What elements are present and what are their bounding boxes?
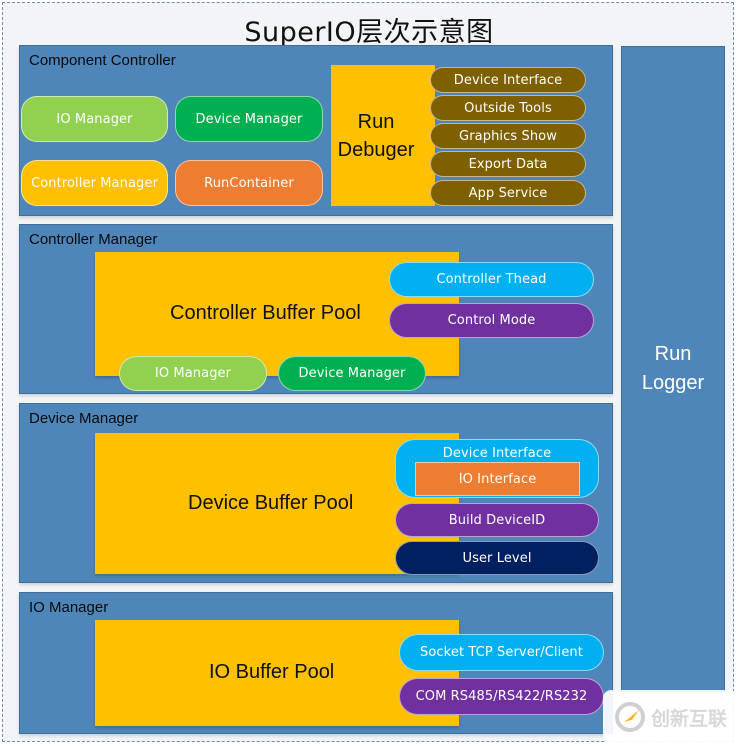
run-logger-line2: Logger — [641, 372, 705, 394]
debuger-item-app-service: App Service — [430, 180, 586, 206]
watermark: 创新互联 — [603, 690, 738, 744]
build-device-id: Build DeviceID — [395, 503, 599, 537]
cm-device-manager: Device Manager — [278, 356, 426, 391]
debuger-item-graphics-show: Graphics Show — [430, 123, 586, 149]
diagram-title: SuperIO层次示意图 — [244, 17, 494, 48]
user-level: User Level — [395, 541, 599, 575]
watermark-logo-icon — [615, 702, 645, 732]
run-logger-line1: Run — [654, 343, 692, 365]
controller-buffer-pool-label: Controller Buffer Pool — [170, 302, 361, 324]
panel-title: Component Controller — [29, 52, 176, 69]
watermark-text: 创新互联 — [651, 707, 728, 730]
io-buffer-pool-label: IO Buffer Pool — [209, 661, 335, 683]
debuger-item-export-data: Export Data — [430, 151, 586, 177]
device-buffer-pool-label: Device Buffer Pool — [188, 492, 354, 514]
module-io-manager: IO Manager — [21, 96, 168, 142]
com-rs485: COM RS485/RS422/RS232 — [399, 678, 604, 715]
control-mode: Control Mode — [389, 303, 594, 338]
device-interface-label: Device Interface — [442, 446, 552, 461]
module-controller-manager: Controller Manager — [21, 160, 168, 206]
cm-io-manager: IO Manager — [119, 356, 267, 391]
panel-title: IO Manager — [29, 599, 109, 616]
debuger-item-device-interface: Device Interface — [430, 67, 586, 93]
module-device-manager: Device Manager — [175, 96, 323, 142]
run-debuger: Run Debuger — [331, 65, 435, 206]
io-interface: IO Interface — [415, 462, 580, 496]
panel-title: Controller Manager — [29, 231, 158, 248]
run-logger: Run Logger — [621, 46, 725, 692]
run-debuger-line2: Debuger — [337, 138, 415, 161]
module-run-container: RunContainer — [175, 160, 323, 206]
panel-title: Device Manager — [29, 410, 139, 427]
run-debuger-line1: Run — [357, 110, 395, 133]
socket-tcp: Socket TCP Server/Client — [399, 634, 604, 671]
debuger-item-outside-tools: Outside Tools — [430, 95, 586, 121]
controller-thead: Controller Thead — [389, 262, 594, 297]
